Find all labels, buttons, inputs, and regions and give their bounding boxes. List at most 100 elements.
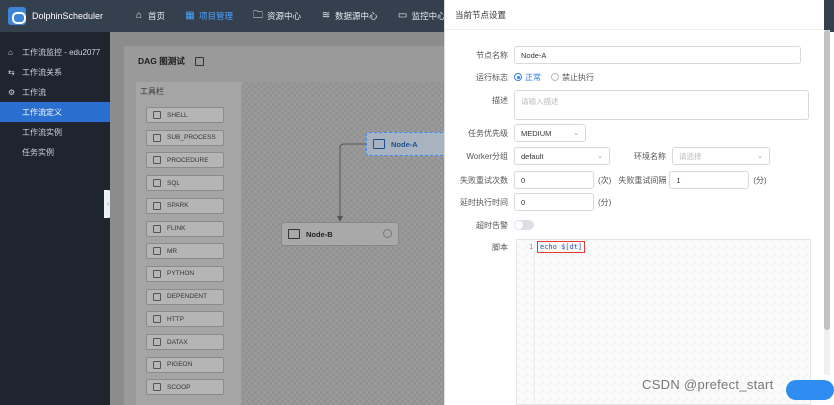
priority-select[interactable]: MEDIUM ⌄: [514, 124, 586, 142]
confirm-button[interactable]: [786, 380, 834, 400]
priority-label: 任务优先级: [468, 128, 508, 138]
nav-resource[interactable]: 🗀 资源中心: [243, 0, 311, 32]
tool-item-sql[interactable]: SQL: [146, 175, 224, 192]
line-number: 1: [529, 243, 534, 251]
task-type-icon: [153, 156, 161, 165]
tool-item-label: SPARK: [167, 202, 189, 210]
tool-item-sub-process[interactable]: SUB_PROCESS: [146, 129, 224, 146]
tool-item-label: PIGEON: [167, 361, 193, 369]
folder-icon: 🗀: [253, 10, 264, 21]
radio-normal-label[interactable]: 正常: [525, 72, 541, 83]
sidebar-item-workflow-definition[interactable]: 工作流定义: [0, 102, 110, 122]
dag-title: DAG 图测试: [138, 56, 185, 66]
env-placeholder: 请选择: [679, 151, 702, 161]
tool-item-label: PROCEDURE: [167, 156, 209, 164]
chevron-down-icon: ⌄: [597, 153, 603, 160]
description-label: 描述: [492, 96, 508, 105]
sidebar-item-label: 工作流定义: [22, 107, 62, 117]
dag-node-a[interactable]: Node-A: [366, 132, 456, 156]
delay-input[interactable]: 0: [514, 193, 594, 211]
sidebar-item-workflow-instance[interactable]: 工作流实例: [0, 122, 110, 142]
chevron-down-icon: ⌄: [573, 130, 579, 137]
sidebar-item-label: 工作流监控 - edu2077: [22, 47, 101, 57]
tool-item-shell[interactable]: SHELL: [146, 107, 224, 123]
home-icon: ⌂: [8, 47, 13, 57]
node-name-input[interactable]: Node-A: [514, 46, 801, 64]
nav-home[interactable]: ⌂ 首页: [124, 0, 175, 32]
retry-interval-label: 失败重试间隔: [618, 175, 667, 185]
logo-icon: [8, 7, 26, 25]
copy-icon[interactable]: [194, 56, 204, 66]
task-type-icon: [153, 201, 161, 210]
tool-item-label: DATAX: [167, 338, 188, 346]
node-label: Node-A: [391, 139, 418, 149]
nav-label: 监控中心: [411, 11, 446, 21]
main-area: DAG 图测试 工具栏 SHELL SUB_PROCESS PROCEDURE SQL…: [110, 32, 456, 405]
dag-node-b[interactable]: Node-B: [281, 222, 399, 246]
tool-item-procedure[interactable]: PROCEDURE: [146, 152, 224, 169]
app-logo[interactable]: DolphinScheduler: [0, 0, 110, 32]
tool-item-flink[interactable]: FLINK: [146, 220, 224, 237]
tool-item-datax[interactable]: DATAX: [146, 334, 224, 350]
task-type-icon: [153, 360, 161, 369]
node-name-label: 节点名称: [476, 50, 508, 60]
drawer-scroll-thumb[interactable]: [824, 30, 830, 330]
node-settings-icon[interactable]: [383, 229, 392, 238]
task-type-icon: [153, 111, 161, 119]
radio-forbidden[interactable]: [551, 73, 559, 81]
field-delay: 延时执行时间 0 (分): [444, 193, 611, 211]
gear-icon: ⚙: [8, 87, 16, 97]
script-code-line[interactable]: echo $[dt]: [537, 241, 586, 253]
radio-forbidden-label[interactable]: 禁止执行: [562, 72, 594, 83]
toolbox: 工具栏 SHELL SUB_PROCESS PROCEDURE SQL SPARK FLI…: [136, 82, 252, 405]
nav-datasource[interactable]: ≋ 数据源中心: [311, 0, 388, 32]
retry-times-unit: (次): [598, 175, 612, 185]
drawer-scrollbar[interactable]: [824, 30, 830, 375]
tool-item-scoop[interactable]: SCOOP: [146, 379, 224, 396]
database-icon: ≋: [321, 10, 331, 21]
nav-label: 首页: [148, 11, 166, 21]
worker-group-select[interactable]: default ⌄: [514, 147, 610, 165]
tool-item-label: FLINK: [167, 225, 186, 232]
script-label: 脚本: [492, 242, 508, 252]
sidebar-item-task-instance[interactable]: 任务实例: [0, 142, 110, 162]
tool-item-http[interactable]: HTTP: [146, 311, 224, 328]
description-textarea[interactable]: 请输入描述: [514, 90, 809, 120]
toolbox-title: 工具栏: [140, 86, 164, 96]
retry-interval-input[interactable]: 1: [669, 171, 750, 189]
sidebar-item-relation[interactable]: ⇆ 工作流关系: [0, 62, 110, 82]
tool-item-label: SHELL: [167, 111, 188, 119]
worker-group-label: Worker分组: [466, 151, 508, 161]
field-script: 脚本: [444, 238, 514, 256]
task-type-icon: [153, 338, 161, 346]
app-name: DolphinScheduler: [32, 11, 104, 21]
retry-interval-unit: (分): [753, 175, 767, 185]
sidebar-item-label: 任务实例: [22, 147, 54, 157]
run-flag-label: 运行标志: [476, 72, 508, 82]
field-priority: 任务优先级 MEDIUM ⌄: [444, 124, 586, 142]
radio-normal[interactable]: [514, 73, 522, 81]
nav-project[interactable]: ▦ 项目管理: [175, 0, 243, 32]
retry-times-input[interactable]: 0: [514, 171, 594, 189]
worker-group-value: default: [521, 151, 544, 161]
task-type-icon: [153, 292, 161, 301]
timeout-alert-toggle[interactable]: [514, 220, 534, 230]
sidebar-item-monitor[interactable]: ⌂ 工作流监控 - edu2077: [0, 42, 110, 62]
relation-icon: ⇆: [8, 67, 15, 77]
delay-label: 延时执行时间: [460, 197, 508, 207]
task-type-icon: [153, 179, 161, 188]
dag-canvas[interactable]: Node-A Node-B: [242, 82, 456, 405]
tool-item-pigeon[interactable]: PIGEON: [146, 356, 224, 373]
project-icon: ▦: [185, 10, 195, 21]
priority-value: MEDIUM: [521, 128, 552, 138]
sidebar-item-workflow[interactable]: ⚙ 工作流: [0, 82, 110, 102]
delay-unit: (分): [598, 197, 612, 207]
tool-item-python[interactable]: PYTHON: [146, 265, 224, 282]
main-nav: ⌂ 首页 ▦ 项目管理 🗀 资源中心 ≋ 数据源中心 ▭ 监控中心: [110, 0, 456, 32]
field-timeout-alert: 超时告警: [444, 216, 534, 234]
tool-item-mr[interactable]: MR: [146, 243, 224, 260]
tool-item-dependent[interactable]: DEPENDENT: [146, 288, 224, 305]
nav-label: 数据源中心: [335, 11, 378, 21]
env-select[interactable]: 请选择 ⌄: [672, 147, 770, 165]
tool-item-spark[interactable]: SPARK: [146, 197, 224, 214]
